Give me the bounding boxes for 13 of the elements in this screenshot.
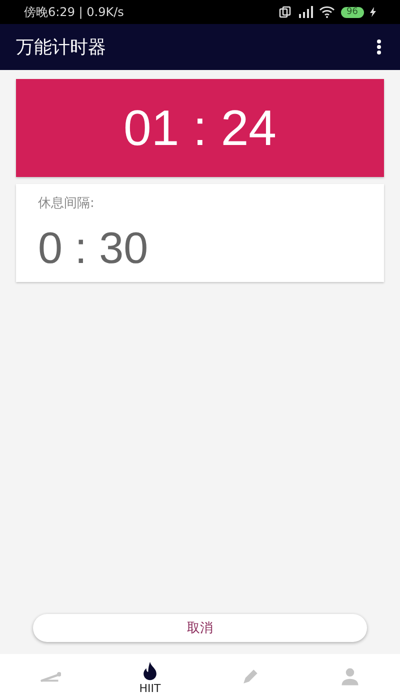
sim-icon [278, 6, 291, 18]
status-time: 傍晚6:29 | 0.9K/s [24, 4, 124, 20]
rest-label: 休息间隔: [38, 195, 94, 212]
app-title: 万能计时器 [16, 36, 106, 59]
person-icon [339, 666, 361, 688]
cancel-button[interactable]: 取消 [33, 614, 367, 642]
signal-icon [296, 6, 313, 18]
more-icon[interactable] [376, 39, 382, 55]
charging-icon [370, 7, 376, 17]
battery-level: 96 [340, 6, 364, 18]
rest-time: 0 : 30 [38, 224, 148, 274]
wifi-icon [318, 6, 335, 18]
countdown-time: 01 : 24 [124, 99, 276, 157]
